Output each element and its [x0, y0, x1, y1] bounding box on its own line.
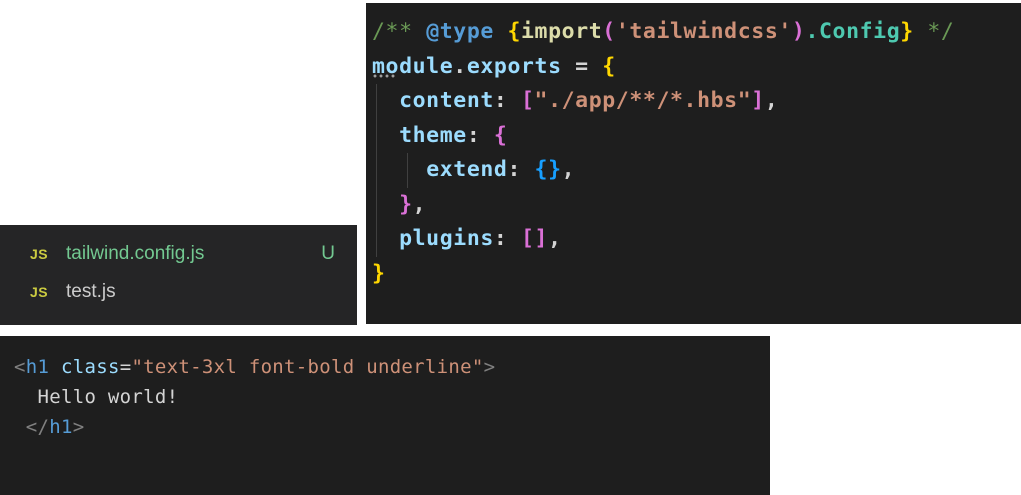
- suggestion-dots: [372, 74, 396, 78]
- git-untracked-badge: U: [321, 243, 335, 264]
- javascript-file-icon: JS: [30, 284, 49, 300]
- file-name: tailwind.config.js: [66, 243, 205, 264]
- html-line-2: Hello world!: [0, 382, 770, 412]
- explorer-file-tailwind-config[interactable]: JS tailwind.config.js U: [0, 235, 357, 273]
- tailwind-config-editor[interactable]: /** @type {import('tailwindcss').Config}…: [366, 3, 1021, 324]
- class-value: "text-3xl font-bold underline": [131, 356, 484, 378]
- explorer-file-test-js[interactable]: JS test.js: [0, 273, 357, 311]
- code-line-5: extend: {},: [366, 153, 1021, 188]
- code-line-2: module.exports = {: [372, 53, 616, 79]
- code-line-4: theme: {: [366, 118, 1021, 153]
- javascript-file-icon: JS: [30, 246, 49, 262]
- code-line-6: },: [366, 187, 1021, 222]
- code-line-8: }: [372, 260, 386, 286]
- code-line-7: plugins: [],: [366, 222, 1021, 257]
- h1-close-tag: h1: [49, 416, 73, 438]
- html-editor[interactable]: <h1 class="text-3xl font-bold underline"…: [0, 336, 770, 495]
- file-name: test.js: [66, 281, 116, 302]
- file-explorer: JS tailwind.config.js U JS test.js: [0, 225, 357, 325]
- code-line-3: content: ["./app/**/*.hbs"],: [366, 84, 1021, 119]
- code-line-1: /** @type {import('tailwindcss').Config}…: [372, 19, 955, 44]
- class-attribute: class: [60, 356, 120, 378]
- jsdoc-tag: @type: [426, 19, 494, 44]
- h1-tag: h1: [25, 356, 50, 378]
- html-line-3: </h1>: [25, 416, 85, 438]
- html-line-1: <h1 class="text-3xl font-bold underline"…: [14, 356, 496, 378]
- heading-text: Hello world!: [37, 386, 179, 408]
